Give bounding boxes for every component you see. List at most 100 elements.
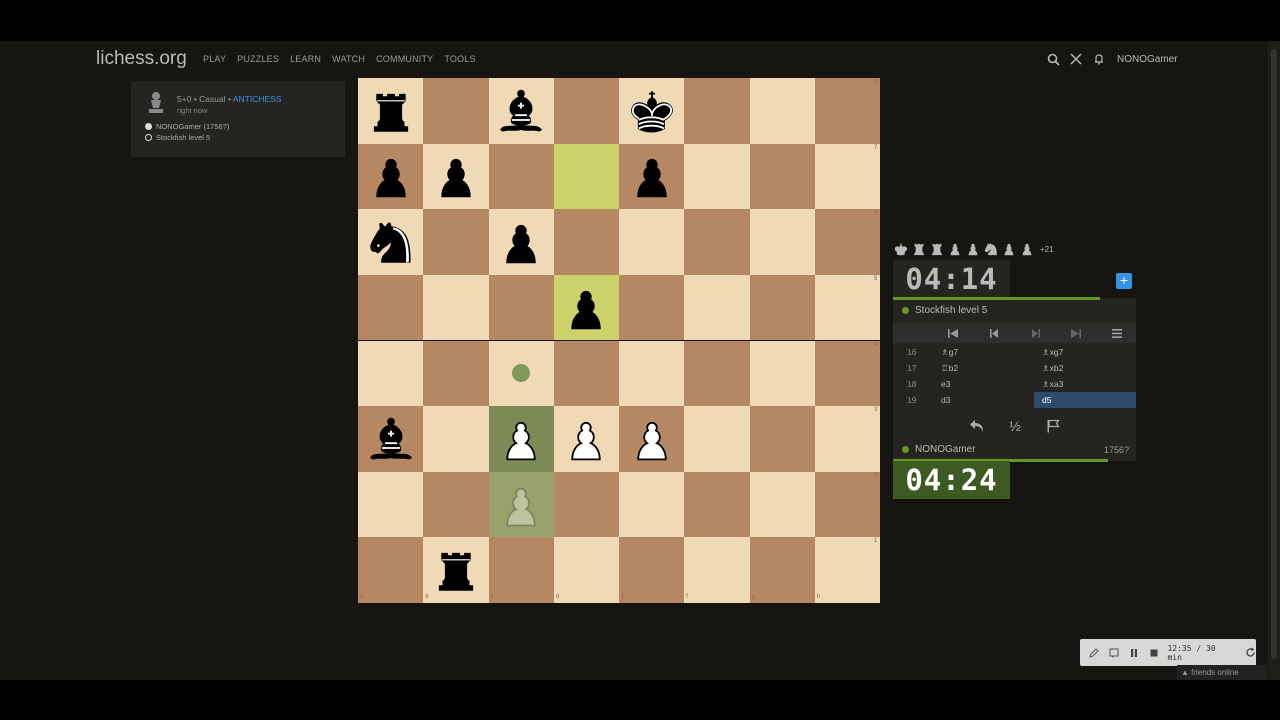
next-move-icon[interactable] (1027, 326, 1043, 340)
prev-move-icon[interactable] (986, 326, 1002, 340)
expand-button[interactable]: + (1116, 273, 1132, 289)
square-f8[interactable] (684, 78, 750, 144)
square-h5[interactable] (814, 274, 880, 341)
square-d2[interactable] (553, 471, 619, 538)
square-e5[interactable] (619, 274, 685, 341)
friends-online-tab[interactable]: ▲ friends online (1177, 665, 1267, 680)
black-king-icon[interactable] (619, 78, 684, 144)
square-f5[interactable] (684, 274, 750, 341)
black-knight-icon[interactable] (358, 209, 423, 275)
resign-flag-icon[interactable] (1044, 417, 1062, 435)
black-move-cell-active[interactable]: d5 (1034, 392, 1136, 408)
square-e6[interactable] (619, 209, 685, 275)
stop-icon[interactable] (1148, 647, 1160, 659)
square-d1[interactable] (553, 537, 619, 603)
square-a1[interactable] (358, 537, 424, 603)
square-h4[interactable] (814, 340, 880, 407)
nav-tools[interactable]: TOOLS (444, 54, 475, 64)
black-move[interactable]: ♗xb2 (1042, 363, 1063, 374)
black-rook-icon[interactable] (423, 537, 488, 603)
square-d7[interactable] (553, 143, 619, 210)
square-e2[interactable] (619, 471, 685, 538)
black-move[interactable]: ♗xg7 (1042, 347, 1063, 358)
white-pawn-icon[interactable] (554, 406, 619, 472)
square-g2[interactable] (749, 471, 815, 538)
offer-draw-button[interactable]: ½ (1006, 417, 1024, 435)
square-d4[interactable] (553, 340, 619, 407)
square-c7[interactable] (488, 143, 554, 210)
nav-learn[interactable]: LEARN (290, 54, 321, 64)
close-icon[interactable] (1069, 52, 1083, 66)
square-f4[interactable] (684, 340, 750, 407)
square-f2[interactable] (684, 471, 750, 538)
square-a2[interactable] (358, 471, 424, 538)
square-c5[interactable] (488, 274, 554, 341)
square-g6[interactable] (749, 209, 815, 275)
square-d6[interactable] (553, 209, 619, 275)
square-h6[interactable] (814, 209, 880, 275)
black-pawn-icon[interactable] (619, 144, 684, 210)
square-f1[interactable] (684, 537, 750, 603)
takeback-icon[interactable] (968, 417, 986, 435)
square-g5[interactable] (749, 274, 815, 341)
black-pawn-icon[interactable] (423, 144, 488, 210)
square-b8[interactable] (423, 78, 489, 144)
square-h7[interactable] (814, 143, 880, 210)
square-a5[interactable] (358, 274, 424, 341)
square-h2[interactable] (814, 471, 880, 538)
square-a4[interactable] (358, 340, 424, 407)
square-f7[interactable] (684, 143, 750, 210)
bell-icon[interactable] (1092, 52, 1106, 66)
square-b3[interactable] (423, 406, 489, 472)
square-h1[interactable] (814, 537, 880, 603)
player-white-label[interactable]: NONOGamer (1756?) (156, 122, 229, 131)
nav-community[interactable]: COMMUNITY (376, 54, 433, 64)
black-pawn-icon[interactable] (554, 275, 619, 341)
scrollbar-thumb[interactable] (1271, 49, 1277, 659)
pencil-icon[interactable] (1088, 647, 1100, 659)
square-g7[interactable] (749, 143, 815, 210)
black-pawn-icon[interactable] (358, 144, 423, 210)
chess-board[interactable]: 87654321abcdefgh (358, 78, 880, 603)
white-move[interactable]: ♖b2 (941, 363, 958, 374)
square-g8[interactable] (749, 78, 815, 144)
pause-icon[interactable] (1128, 647, 1140, 659)
black-bishop-icon[interactable] (489, 78, 554, 144)
square-e1[interactable] (619, 537, 685, 603)
black-bishop-icon[interactable] (358, 406, 423, 472)
ghost-pawn-icon[interactable] (489, 472, 554, 538)
site-logo[interactable]: lichess.org (96, 48, 187, 70)
user-menu[interactable]: NONOGamer (1117, 54, 1178, 65)
player-name[interactable]: NONOGamer (915, 444, 976, 455)
white-move[interactable]: e3 (941, 379, 950, 389)
black-move-cell[interactable]: ♗xa3 (1034, 376, 1136, 392)
square-b2[interactable] (423, 471, 489, 538)
nav-puzzles[interactable]: PUZZLES (237, 54, 279, 64)
square-e4[interactable] (619, 340, 685, 407)
square-d8[interactable] (553, 78, 619, 144)
opponent-name[interactable]: Stockfish level 5 (915, 305, 987, 316)
square-f3[interactable] (684, 406, 750, 472)
square-b6[interactable] (423, 209, 489, 275)
black-move[interactable]: ♗xa3 (1042, 379, 1063, 390)
square-b4[interactable] (423, 340, 489, 407)
white-pawn-icon[interactable] (619, 406, 684, 472)
square-c1[interactable] (488, 537, 554, 603)
page-scrollbar[interactable] (1268, 41, 1280, 680)
black-move-cell[interactable]: ♗xb2 (1034, 360, 1136, 376)
note-icon[interactable] (1108, 647, 1120, 659)
square-g1[interactable] (749, 537, 815, 603)
first-move-icon[interactable] (945, 326, 961, 340)
square-b5[interactable] (423, 274, 489, 341)
black-move-cell[interactable]: ♗xg7 (1034, 344, 1136, 360)
menu-icon[interactable] (1109, 326, 1125, 340)
nav-watch[interactable]: WATCH (332, 54, 365, 64)
search-icon[interactable] (1046, 52, 1060, 66)
square-g4[interactable] (749, 340, 815, 407)
black-rook-icon[interactable] (358, 78, 423, 144)
variant-link[interactable]: ANTICHESS (233, 94, 282, 104)
nav-play[interactable]: PLAY (203, 54, 226, 64)
black-pawn-icon[interactable] (489, 209, 554, 275)
square-h8[interactable] (814, 78, 880, 144)
black-move[interactable]: d5 (1042, 395, 1051, 405)
